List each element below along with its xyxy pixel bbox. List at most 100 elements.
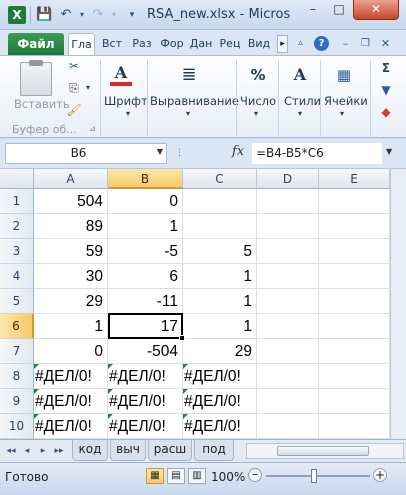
cell-b1[interactable]: 0 — [108, 189, 183, 214]
cell-d1[interactable] — [257, 189, 319, 214]
close-button[interactable]: ✕ — [353, 0, 399, 20]
name-box[interactable]: B6 ▼ — [5, 143, 167, 164]
customize-qat-icon[interactable]: ▾ — [124, 7, 140, 23]
row-header-3[interactable]: 3 — [0, 239, 34, 264]
next-sheet-icon[interactable]: ▸ — [36, 444, 50, 458]
maximize-button[interactable]: □ — [326, 0, 352, 20]
font-dropdown-icon[interactable]: ▾ — [126, 109, 130, 118]
formula-bar-grip-icon[interactable]: ⋮ — [175, 148, 185, 158]
cell-b9[interactable]: #ДЕЛ/0! — [108, 389, 183, 414]
save-icon[interactable]: 💾 — [36, 7, 52, 23]
cells-dropdown-icon[interactable]: ▾ — [340, 109, 344, 118]
last-sheet-icon[interactable]: ▸▸ — [52, 444, 66, 458]
formula-input[interactable]: =B4-B5*C6 — [252, 143, 382, 164]
cell-a2[interactable]: 89 — [34, 214, 108, 239]
cut-icon[interactable]: ✂ — [66, 58, 82, 74]
horizontal-scrollbar[interactable] — [246, 443, 404, 459]
tab-data[interactable]: Дан — [187, 33, 215, 56]
cells-label[interactable]: Ячейки — [324, 94, 368, 108]
undo-dropdown-icon[interactable]: ▾ — [74, 7, 90, 23]
workbook-close-icon[interactable]: ✕ — [378, 36, 393, 51]
row-header-9[interactable]: 9 — [0, 389, 34, 414]
cell-e6[interactable] — [319, 314, 390, 339]
row-header-2[interactable]: 2 — [0, 214, 34, 239]
cell-e7[interactable] — [319, 339, 390, 364]
row-header-5[interactable]: 5 — [0, 289, 34, 314]
font-label[interactable]: Шрифт — [104, 94, 148, 108]
column-header-b[interactable]: B — [108, 169, 183, 189]
prev-sheet-icon[interactable]: ◂ — [20, 444, 34, 458]
fill-handle[interactable] — [179, 335, 185, 341]
cell-b5[interactable]: -11 — [108, 289, 183, 314]
cell-e4[interactable] — [319, 264, 390, 289]
expand-formula-bar-icon[interactable]: ▼ — [386, 147, 392, 156]
cell-a6[interactable]: 1 — [34, 314, 108, 339]
styles-icon[interactable]: A — [286, 62, 314, 88]
cell-d2[interactable] — [257, 214, 319, 239]
cell-b7[interactable]: -504 — [108, 339, 183, 364]
row-header-8[interactable]: 8 — [0, 364, 34, 389]
column-header-d[interactable]: D — [257, 169, 319, 189]
cell-b3[interactable]: -5 — [108, 239, 183, 264]
sheet-tab-vych[interactable]: выч — [110, 440, 146, 461]
tab-home[interactable]: Гла — [68, 33, 95, 56]
row-header-4[interactable]: 4 — [0, 264, 34, 289]
fill-icon[interactable]: ▼ — [378, 82, 394, 98]
styles-label[interactable]: Стили — [284, 94, 321, 108]
excel-app-icon[interactable]: X — [8, 6, 26, 24]
minimize-button[interactable]: – — [300, 0, 326, 20]
cell-c3[interactable]: 5 — [183, 239, 257, 264]
cell-e5[interactable] — [319, 289, 390, 314]
font-icon[interactable]: A — [110, 62, 132, 86]
first-sheet-icon[interactable]: ◂◂ — [4, 444, 18, 458]
cell-b2[interactable]: 1 — [108, 214, 183, 239]
cell-a3[interactable]: 59 — [34, 239, 108, 264]
clipboard-launcher-icon[interactable]: ⊿ — [89, 124, 96, 133]
vertical-scrollbar[interactable] — [390, 169, 406, 439]
cell-c6[interactable]: 1 — [183, 314, 257, 339]
cell-b10[interactable]: #ДЕЛ/0! — [108, 414, 183, 439]
cell-a1[interactable]: 504 — [34, 189, 108, 214]
number-label[interactable]: Число — [240, 94, 276, 108]
cell-e2[interactable] — [319, 214, 390, 239]
file-tab[interactable]: Файл — [8, 33, 64, 55]
paste-label[interactable]: Вставить — [14, 97, 70, 111]
name-box-dropdown-icon[interactable]: ▼ — [157, 147, 163, 156]
select-all-corner[interactable] — [0, 169, 34, 189]
cell-a10[interactable]: #ДЕЛ/0! — [34, 414, 108, 439]
column-header-c[interactable]: C — [183, 169, 257, 189]
cell-e10[interactable] — [319, 414, 390, 439]
zoom-out-button[interactable]: – — [248, 468, 262, 482]
paste-icon[interactable] — [20, 60, 52, 96]
cell-c10[interactable]: #ДЕЛ/0! — [183, 414, 257, 439]
cell-c2[interactable] — [183, 214, 257, 239]
cell-c1[interactable] — [183, 189, 257, 214]
format-painter-icon[interactable]: 🖌 — [66, 102, 82, 118]
cell-d5[interactable] — [257, 289, 319, 314]
tab-review[interactable]: Рец — [216, 33, 244, 56]
clear-icon[interactable]: ◆ — [378, 104, 394, 120]
percent-icon[interactable]: % — [244, 62, 272, 88]
cell-d10[interactable] — [257, 414, 319, 439]
tab-insert[interactable]: Вст — [98, 33, 126, 56]
tab-scroll-right-button[interactable]: ▸ — [277, 35, 288, 53]
cell-e3[interactable] — [319, 239, 390, 264]
redo-dropdown-icon[interactable]: ▾ — [106, 7, 122, 23]
redo-icon[interactable]: ↷ — [90, 7, 106, 23]
zoom-in-button[interactable]: + — [373, 468, 387, 482]
zoom-level[interactable]: 100% — [211, 470, 245, 484]
alignment-label[interactable]: Выравнивание — [150, 94, 239, 108]
autosum-icon[interactable]: Σ — [378, 60, 394, 76]
cell-d6[interactable] — [257, 314, 319, 339]
styles-dropdown-icon[interactable]: ▾ — [298, 109, 302, 118]
cell-d9[interactable] — [257, 389, 319, 414]
normal-view-icon[interactable]: ▦ — [146, 468, 164, 484]
undo-icon[interactable]: ↶ — [58, 7, 74, 23]
cell-b4[interactable]: 6 — [108, 264, 183, 289]
tab-page-layout[interactable]: Раз — [128, 33, 156, 56]
row-header-7[interactable]: 7 — [0, 339, 34, 364]
column-header-a[interactable]: A — [34, 169, 108, 189]
page-break-view-icon[interactable]: ▥ — [188, 468, 206, 484]
help-icon[interactable]: ? — [314, 36, 329, 51]
cell-d3[interactable] — [257, 239, 319, 264]
